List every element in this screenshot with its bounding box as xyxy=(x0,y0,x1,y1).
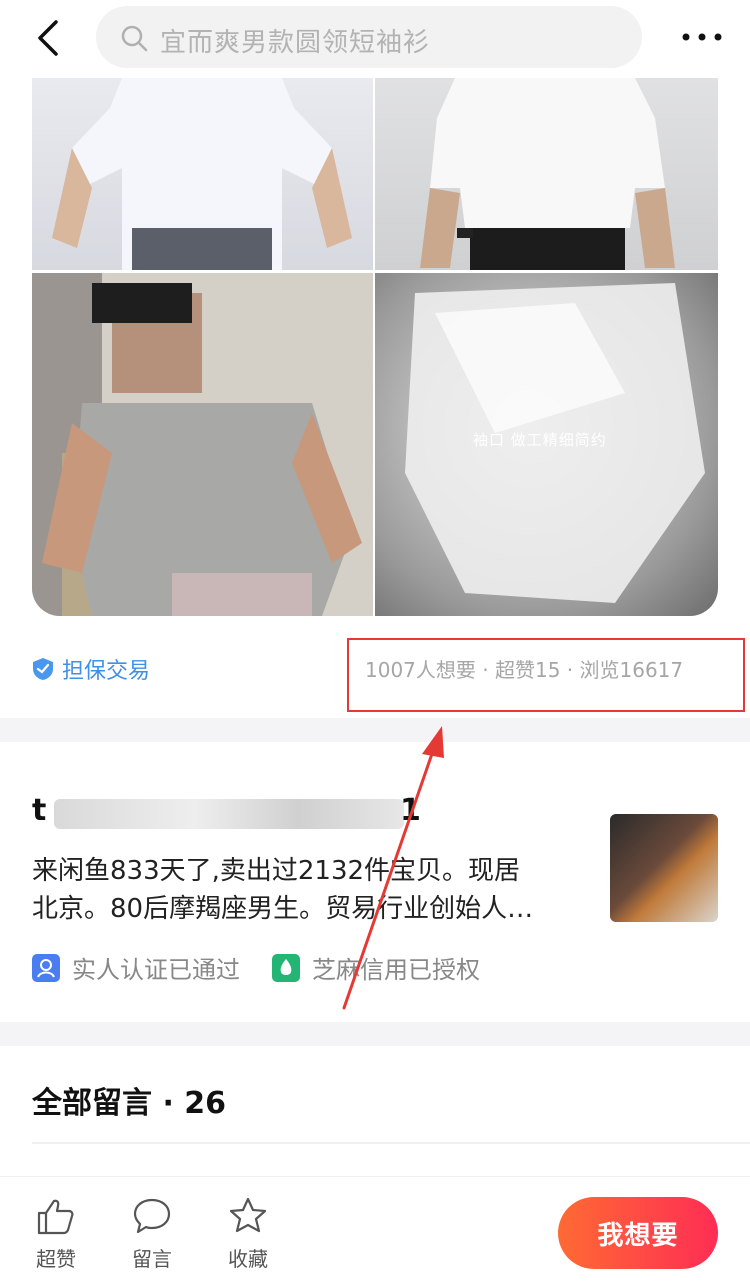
comments-title[interactable]: 全部留言 · 26 xyxy=(32,1078,226,1122)
badge-sesame-credit[interactable]: 芝麻信用已授权 xyxy=(272,950,480,985)
model-wearing-shirt-image xyxy=(32,273,373,616)
product-image-grid: 袖口 做工精细简约 xyxy=(32,78,718,616)
search-bar[interactable]: 宜而爽男款圆领短袖衫 xyxy=(96,6,642,68)
product-image-4[interactable]: 袖口 做工精细简约 xyxy=(375,273,718,616)
badge-real-person[interactable]: 实人认证已通过 xyxy=(32,950,240,985)
favorite-label: 收藏 xyxy=(228,1247,268,1271)
stats-highlight-box: 1007人想要 · 超赞15 · 浏览16617 xyxy=(347,638,745,712)
tshirt-front-image xyxy=(52,78,352,270)
section-divider xyxy=(0,718,750,742)
blurred-name xyxy=(54,799,404,829)
like-label: 超赞 xyxy=(36,1247,76,1271)
badge-label: 芝麻信用已授权 xyxy=(312,956,480,984)
shield-icon xyxy=(33,658,53,680)
want-button[interactable]: 我想要 xyxy=(558,1197,718,1269)
star-icon xyxy=(229,1197,267,1233)
tshirt-model-image xyxy=(420,78,675,270)
bio-line-2: 北京。80后摩羯座男生。贸易行业创始人… xyxy=(32,894,534,924)
search-placeholder: 宜而爽男款圆领短袖衫 xyxy=(160,28,431,58)
back-arrow-icon[interactable] xyxy=(30,18,70,58)
product-image-1[interactable] xyxy=(32,78,373,270)
product-image-3[interactable] xyxy=(32,273,373,616)
seller-avatar[interactable] xyxy=(610,814,718,922)
guarantee-trade[interactable]: 担保交易 xyxy=(32,652,150,686)
section-divider xyxy=(0,1022,750,1046)
bio-line-1: 来闲鱼833天了,卖出过2132件宝贝。现居 xyxy=(32,856,521,886)
comment-label: 留言 xyxy=(132,1247,172,1271)
image-caption: 袖口 做工精细简约 xyxy=(473,431,607,449)
guarantee-label: 担保交易 xyxy=(62,659,151,684)
comment-bubble-icon xyxy=(133,1198,171,1234)
sesame-credit-icon xyxy=(272,953,300,982)
person-verified-icon xyxy=(32,953,60,982)
thumbs-up-icon xyxy=(37,1199,74,1235)
bottom-action-bar: 超赞 留言 收藏 我想要 xyxy=(0,1176,750,1285)
seller-name-end: 1 xyxy=(400,793,421,828)
top-bar: 宜而爽男款圆领短袖衫 xyxy=(0,0,750,78)
seller-bio: 来闲鱼833天了,卖出过2132件宝贝。现居 北京。80后摩羯座男生。贸易行业创… xyxy=(32,852,592,928)
like-button[interactable]: 超赞 xyxy=(26,1195,86,1272)
favorite-button[interactable]: 收藏 xyxy=(218,1195,278,1272)
item-stats: 1007人想要 · 超赞15 · 浏览16617 xyxy=(365,658,684,682)
seller-name-start: t xyxy=(32,793,47,828)
badge-label: 实人认证已通过 xyxy=(72,956,240,984)
comment-button[interactable]: 留言 xyxy=(122,1195,182,1272)
seller-name[interactable]: t 1 xyxy=(32,793,421,835)
search-icon xyxy=(121,25,148,52)
comments-divider xyxy=(32,1142,750,1144)
product-image-2[interactable] xyxy=(375,78,718,270)
more-options-icon[interactable] xyxy=(680,30,724,44)
seller-badges: 实人认证已通过 芝麻信用已授权 xyxy=(32,950,512,985)
